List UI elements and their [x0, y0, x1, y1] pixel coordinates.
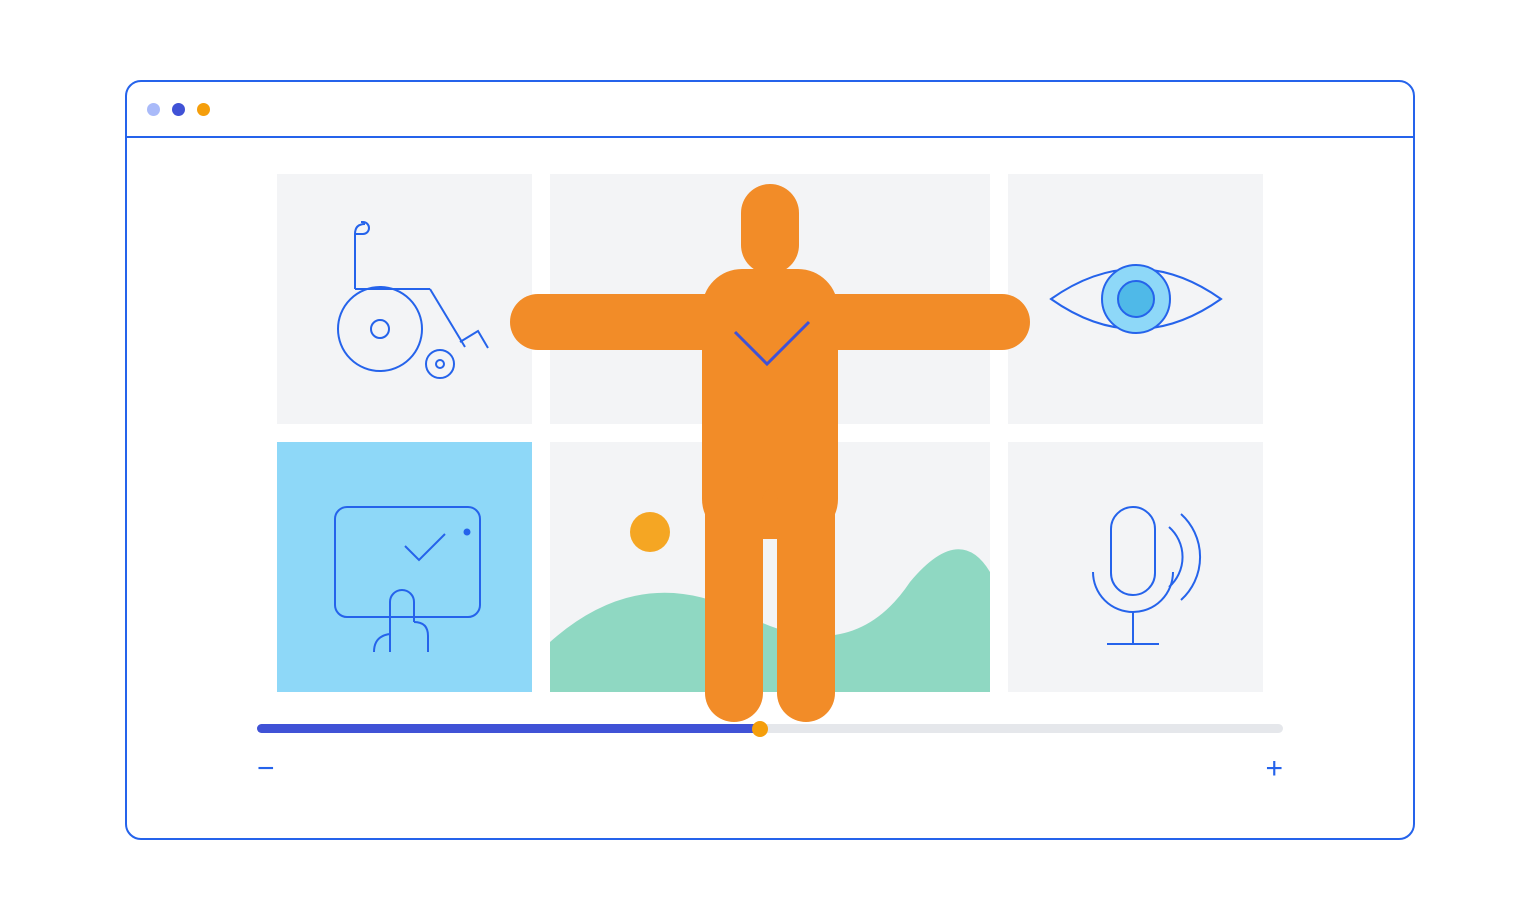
browser-window: − + [125, 80, 1415, 840]
eye-icon [1041, 239, 1231, 359]
tile-wheelchair[interactable] [277, 174, 532, 424]
window-titlebar [127, 82, 1413, 138]
touch-check-icon [310, 472, 500, 662]
zoom-in-button[interactable]: + [1265, 754, 1283, 784]
content-area: − + [127, 138, 1413, 838]
zoom-slider-row: − + [257, 724, 1283, 804]
tile-center-top[interactable] [550, 174, 990, 424]
landscape-icon [550, 442, 990, 692]
tile-touch[interactable] [277, 442, 532, 692]
zoom-slider-fill [257, 724, 760, 733]
zoom-out-button[interactable]: − [257, 754, 275, 784]
traffic-light-zoom-icon[interactable] [197, 103, 210, 116]
zoom-slider[interactable] [257, 724, 1283, 733]
zoom-slider-knob[interactable] [752, 721, 768, 737]
tile-vision[interactable] [1008, 174, 1263, 424]
traffic-light-minimize-icon[interactable] [172, 103, 185, 116]
tile-landscape[interactable] [550, 442, 990, 692]
traffic-light-close-icon[interactable] [147, 103, 160, 116]
tile-microphone[interactable] [1008, 442, 1263, 692]
microphone-icon [1051, 472, 1221, 662]
wheelchair-icon [310, 209, 500, 389]
accessibility-tile-grid [257, 174, 1283, 692]
